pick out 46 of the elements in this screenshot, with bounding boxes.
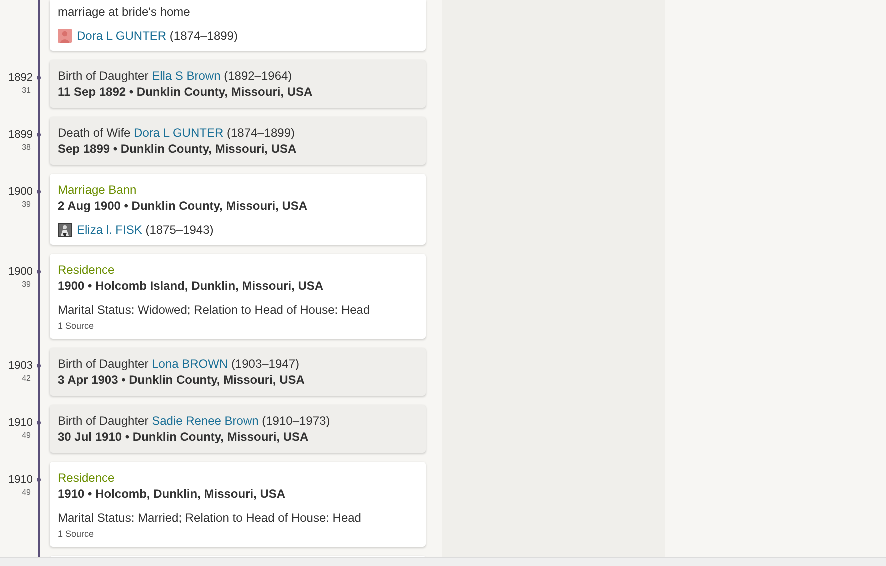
event-relation: Birth of Daughter bbox=[58, 414, 149, 428]
event-date-place: 1910 • Holcomb, Dunklin, Missouri, USA bbox=[58, 486, 287, 502]
person-link[interactable]: Dora L GUNTER bbox=[134, 126, 224, 140]
event-date-place: Sep 1899 • Dunklin County, Missouri, USA bbox=[58, 141, 298, 157]
life-years: (1875–1943) bbox=[146, 223, 214, 237]
event-title[interactable]: Marriage Bann bbox=[58, 182, 418, 198]
event-description: Marital Status: Widowed; Relation to Head of House: Head bbox=[58, 302, 372, 318]
event-relation: Birth of Daughter bbox=[58, 357, 149, 371]
event-title[interactable]: Residence bbox=[58, 470, 418, 486]
event-date-place: 11 Sep 1892 • Dunklin County, Missouri, USA bbox=[58, 84, 314, 100]
timeline-year: 1903 bbox=[8, 360, 33, 373]
timeline-year: 1910 bbox=[8, 417, 33, 430]
timeline-year: 1899 bbox=[8, 129, 33, 142]
source-count[interactable]: 1 Source bbox=[58, 528, 418, 540]
age-label: 39 bbox=[22, 279, 32, 291]
person-link[interactable]: Eliza l. FISK bbox=[77, 223, 142, 237]
life-years: (1892–1964) bbox=[224, 69, 292, 83]
age-label: 31 bbox=[22, 85, 32, 97]
event-relation: Death of Wife bbox=[58, 126, 131, 140]
event-date-place: 3 Apr 1903 • Dunklin County, Missouri, USA bbox=[58, 372, 306, 388]
life-years: (1874–1899) bbox=[226, 126, 296, 140]
age-label: 49 bbox=[22, 430, 32, 442]
event-date-place: 2 Aug 1900 • Dunklin County, Missouri, USA bbox=[58, 198, 309, 214]
timeline-year: 1900 bbox=[8, 266, 33, 279]
person-link[interactable]: Lona BROWN bbox=[152, 357, 228, 371]
event-date-place: 30 Jul 1910 • Dunklin County, Missouri, USA bbox=[58, 429, 310, 445]
event-date-place: 1900 • Holcomb Island, Dunklin, Missouri, USA bbox=[58, 278, 325, 294]
event-relation: Birth of Daughter bbox=[58, 69, 149, 83]
event-title[interactable]: Residence bbox=[58, 262, 418, 278]
source-count[interactable]: 1 Source bbox=[58, 320, 418, 332]
age-label: 49 bbox=[22, 487, 32, 499]
life-years: (1910–1973) bbox=[262, 414, 330, 428]
age-label: 38 bbox=[22, 142, 32, 154]
life-years: (1874–1899) bbox=[170, 29, 238, 43]
age-label: 42 bbox=[22, 373, 32, 385]
person-link[interactable]: Ella S Brown bbox=[152, 69, 221, 83]
event-description: Marital Status: Married; Relation to Head of House: Head bbox=[58, 510, 362, 526]
event-description: marriage at bride's home bbox=[58, 4, 192, 20]
age-label: 39 bbox=[22, 199, 32, 211]
person-silhouette-icon bbox=[58, 29, 72, 43]
timeline-year: 1892 bbox=[8, 72, 33, 85]
person-link[interactable]: Dora L GUNTER bbox=[77, 29, 167, 43]
person-link[interactable]: Sadie Renee Brown bbox=[152, 414, 259, 428]
timeline-year: 1900 bbox=[8, 186, 33, 199]
life-years: (1903–1947) bbox=[231, 357, 300, 371]
timeline-year: 1910 bbox=[8, 474, 33, 487]
